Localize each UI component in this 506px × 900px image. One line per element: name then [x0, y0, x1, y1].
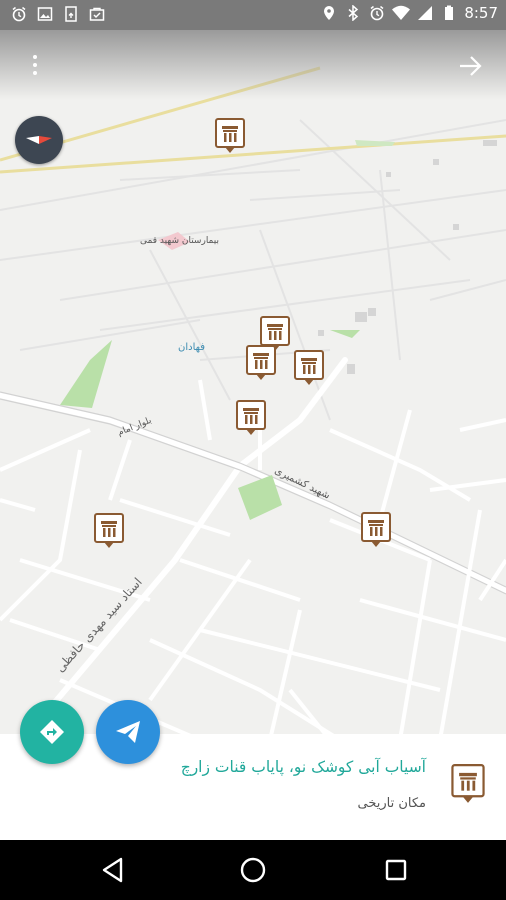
share-button[interactable] — [96, 700, 160, 764]
historic-building-icon — [361, 512, 391, 547]
directions-icon — [40, 720, 64, 744]
recents-button[interactable] — [380, 854, 412, 886]
back-button[interactable] — [97, 854, 129, 886]
home-circle-icon — [240, 857, 266, 883]
image-icon — [36, 5, 54, 23]
directions-button[interactable] — [20, 700, 84, 764]
historic-building-icon — [246, 345, 276, 380]
historic-building-icon — [236, 400, 266, 435]
more-menu-button[interactable] — [24, 50, 46, 80]
alarm-icon — [368, 4, 386, 22]
signal-icon — [416, 4, 434, 22]
compass-icon — [26, 136, 52, 144]
battery-icon — [440, 4, 458, 22]
historic-place-marker[interactable] — [236, 400, 266, 436]
historic-place-marker[interactable] — [361, 512, 391, 548]
historic-place-marker[interactable] — [215, 118, 245, 154]
historic-building-icon — [450, 764, 486, 804]
historic-place-marker[interactable] — [294, 350, 324, 386]
historic-place-marker[interactable] — [94, 513, 124, 549]
back-triangle-icon — [102, 857, 123, 883]
forward-arrow-button[interactable] — [456, 52, 486, 80]
map-label-hospital: بیمارستان شهید قمی — [140, 236, 219, 246]
wifi-icon — [392, 4, 411, 22]
historic-building-icon — [294, 350, 324, 385]
send-icon — [116, 721, 140, 743]
historic-building-icon — [94, 513, 124, 548]
system-nav-bar — [0, 840, 506, 900]
status-right-icons: 8:57 — [320, 4, 498, 22]
store-icon — [88, 5, 106, 23]
place-title: آسیاب آبی کوشک نو، پایاب قنات زارچ — [180, 758, 426, 776]
recents-square-icon — [385, 859, 407, 881]
place-category: مکان تاریخی — [357, 796, 427, 811]
alarm-icon — [10, 5, 28, 23]
historic-building-icon — [215, 118, 245, 153]
arrow-right-icon — [460, 56, 482, 76]
status-bar: 8:57 — [0, 0, 506, 30]
home-button[interactable] — [237, 854, 269, 886]
status-left-icons — [10, 5, 106, 23]
map-top-shade — [0, 30, 506, 100]
historic-place-marker[interactable] — [246, 345, 276, 381]
map-streets — [0, 66, 506, 740]
map-label-town: فهادان — [178, 342, 206, 353]
map-view[interactable]: بیمارستان شهید قمی فهادان بلوار امام شهی… — [0, 30, 506, 740]
sim-card-icon — [62, 5, 80, 23]
location-icon — [320, 4, 338, 22]
compass-button[interactable] — [15, 116, 63, 164]
bluetooth-icon — [344, 4, 362, 22]
status-time: 8:57 — [464, 4, 498, 22]
